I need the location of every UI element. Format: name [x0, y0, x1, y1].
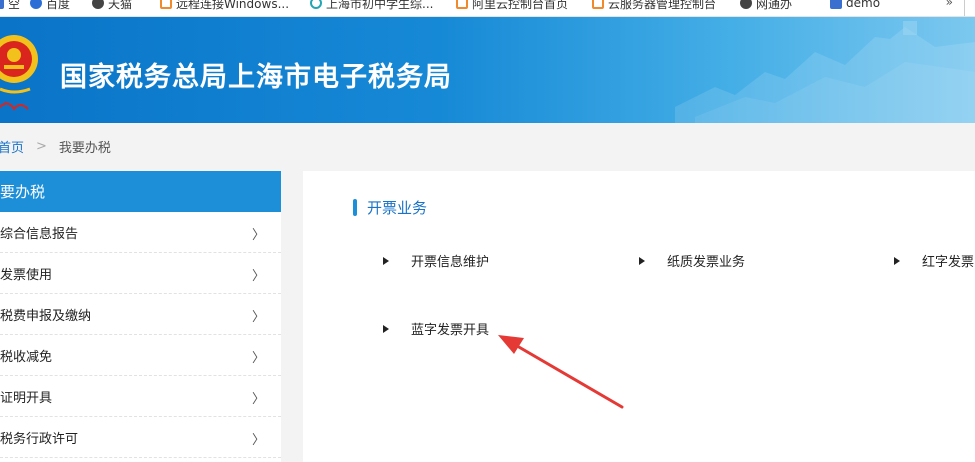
breadcrumb-separator: > [36, 139, 47, 154]
globe-icon [310, 0, 322, 9]
sidebar-item-certificate[interactable]: 证明开具 〉 [0, 376, 281, 417]
sidebar-item-label: 证明开具 [0, 390, 53, 406]
sidebar-item-label: 发票使用 [0, 267, 53, 283]
aliyun-icon [456, 0, 468, 9]
section-marker [353, 199, 357, 216]
bookmark-tmall[interactable]: 天猫 [92, 0, 132, 13]
section-title-text: 开票业务 [367, 199, 428, 217]
sidebar: 要办税 综合信息报告 〉 发票使用 〉 税费申报及缴纳 〉 税收减免 〉 证明开… [0, 171, 281, 462]
bookmarks-divider [964, 0, 965, 16]
triangle-right-icon [383, 256, 389, 265]
sidebar-title: 要办税 [0, 171, 281, 212]
service-label: 蓝字发票开具 [411, 323, 490, 338]
folder-icon [830, 0, 842, 9]
service-label: 开票信息维护 [411, 255, 490, 270]
chevron-right-icon: 〉 [251, 228, 265, 243]
triangle-right-icon [383, 324, 389, 333]
bookmark-gov[interactable]: 网通办 [740, 0, 792, 13]
bookmarks-bar: 空 百度 天猫 远程连接Windows... 上海市初中学生综... 阿里云控制… [0, 0, 975, 17]
chevron-right-icon: 〉 [251, 351, 265, 366]
gov-icon [740, 0, 752, 9]
service-invoice-info-maintenance[interactable]: 开票信息维护 [383, 251, 489, 270]
service-blue-invoice-issue[interactable]: 蓝字发票开具 [383, 319, 489, 338]
service-red-invoice[interactable]: 红字发票 [894, 251, 974, 270]
sidebar-item-label: 综合信息报告 [0, 226, 79, 242]
baidu-icon [30, 0, 42, 9]
breadcrumb-current: 我要办税 [58, 141, 111, 156]
sidebar-item-label: 税收减免 [0, 349, 53, 365]
sidebar-item-admin-license[interactable]: 税务行政许可 〉 [0, 417, 281, 458]
site-banner: ﾟ 国家税务总局上海市电子税务局 [0, 17, 975, 123]
section-title: 开票业务 [353, 197, 427, 218]
aliyun-icon [592, 0, 604, 9]
bookmark-school[interactable]: 上海市初中学生综... [310, 0, 433, 13]
sidebar-item-invoice-use[interactable]: 发票使用 〉 [0, 253, 281, 294]
bookmark-baidu[interactable]: 百度 [30, 0, 70, 13]
great-wall-graphic [675, 21, 975, 123]
triangle-right-icon [894, 256, 900, 265]
bookmark-aliyun[interactable]: 阿里云控制台首页 [456, 0, 568, 13]
remote-icon [160, 0, 172, 9]
bookmark-demo[interactable]: demo [830, 0, 880, 13]
chevron-right-icon: 〉 [251, 269, 265, 284]
bookmark-0[interactable]: 空 [0, 0, 20, 13]
triangle-right-icon [639, 256, 645, 265]
chevron-right-icon: 〉 [251, 310, 265, 325]
bookmark-ecs[interactable]: 云服务器管理控制台 [592, 0, 716, 13]
breadcrumb-home-link[interactable]: 首页 [0, 137, 24, 156]
service-label: 红字发票 [922, 255, 975, 270]
blue-icon [0, 0, 4, 9]
main-panel: 开票业务 开票信息维护 纸质发票业务 红字发票 蓝字发票开具 [303, 171, 975, 462]
site-title: 国家税务总局上海市电子税务局 [60, 62, 452, 93]
tax-emblem-icon: ﾟ [0, 35, 38, 114]
chevron-right-icon: 〉 [251, 392, 265, 407]
sidebar-item-tax-filing[interactable]: 税费申报及缴纳 〉 [0, 294, 281, 335]
breadcrumb: 首页 > 我要办税 [0, 123, 975, 170]
bookmarks-more-button[interactable]: » [946, 0, 953, 9]
chevron-right-icon: 〉 [251, 433, 265, 448]
bookmark-remote[interactable]: 远程连接Windows... [160, 0, 289, 13]
sidebar-item-info-report[interactable]: 综合信息报告 〉 [0, 212, 281, 253]
sidebar-item-label: 税务行政许可 [0, 431, 79, 447]
sidebar-item-tax-relief[interactable]: 税收减免 〉 [0, 335, 281, 376]
sidebar-item-label: 税费申报及缴纳 [0, 308, 92, 324]
service-label: 纸质发票业务 [667, 255, 746, 270]
service-paper-invoice[interactable]: 纸质发票业务 [639, 251, 745, 270]
tmall-icon [92, 0, 104, 9]
